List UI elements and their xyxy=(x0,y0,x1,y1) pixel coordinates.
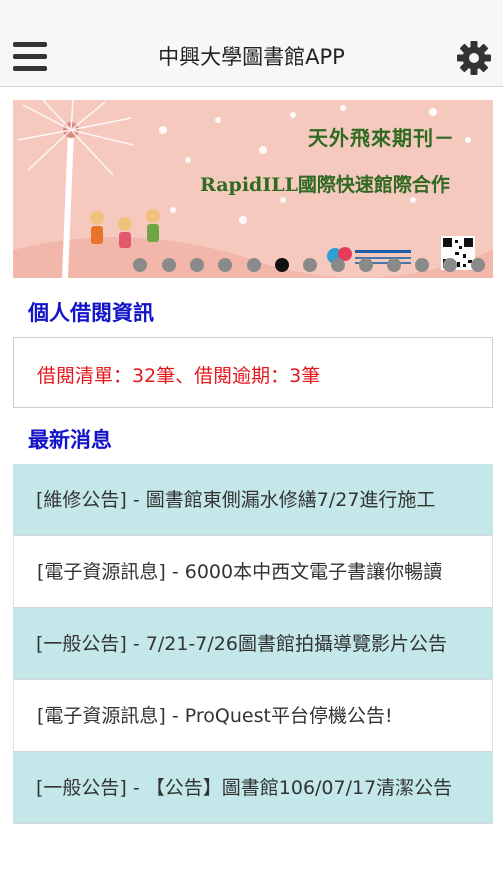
banner-carousel[interactable]: 天外飛來期刊－ RapidILL國際快速館際合作 xyxy=(13,100,493,278)
news-item[interactable]: [一般公告] - 【公告】圖書館106/07/17清潔公告 xyxy=(13,752,493,824)
carousel-dot[interactable] xyxy=(359,258,373,272)
carousel-dot[interactable] xyxy=(415,258,429,272)
personal-info-heading: 個人借閱資訊 xyxy=(28,301,154,325)
carousel-dot-active[interactable] xyxy=(275,258,289,272)
carousel-dot[interactable] xyxy=(387,258,401,272)
carousel-dot[interactable] xyxy=(162,258,176,272)
carousel-dot[interactable] xyxy=(247,258,261,272)
banner-headline: 天外飛來期刊－ xyxy=(308,126,455,150)
banner-subheadline: RapidILL國際快速館際合作 xyxy=(200,174,450,196)
news-list: [維修公告] - 圖書館東側漏水修繕7/27進行施工 [電子資源訊息] - 60… xyxy=(13,464,493,824)
news-heading: 最新消息 xyxy=(28,428,112,452)
carousel-dot[interactable] xyxy=(133,258,147,272)
carousel-dot[interactable] xyxy=(190,258,204,272)
app-header: 中興大學圖書館APP xyxy=(0,0,503,87)
carousel-dot[interactable] xyxy=(303,258,317,272)
carousel-dots xyxy=(0,258,503,272)
page-title: 中興大學圖書館APP xyxy=(158,45,345,69)
carousel-dot[interactable] xyxy=(471,258,485,272)
news-item[interactable]: [電子資源訊息] - 6000本中西文電子書讓你暢讀 xyxy=(13,536,493,608)
borrow-info-panel[interactable]: 借閱清單：32筆、借閱逾期：3筆 xyxy=(13,337,493,408)
carousel-dot[interactable] xyxy=(218,258,232,272)
news-item[interactable]: [電子資源訊息] - ProQuest平台停機公告! xyxy=(13,680,493,752)
gear-icon[interactable] xyxy=(456,40,492,76)
carousel-dot[interactable] xyxy=(331,258,345,272)
borrow-summary: 借閱清單：32筆、借閱逾期：3筆 xyxy=(37,365,321,387)
news-item[interactable]: [維修公告] - 圖書館東側漏水修繕7/27進行施工 xyxy=(13,464,493,536)
carousel-dot[interactable] xyxy=(443,258,457,272)
news-item[interactable]: [一般公告] - 7/21-7/26圖書館拍攝導覽影片公告 xyxy=(13,608,493,680)
